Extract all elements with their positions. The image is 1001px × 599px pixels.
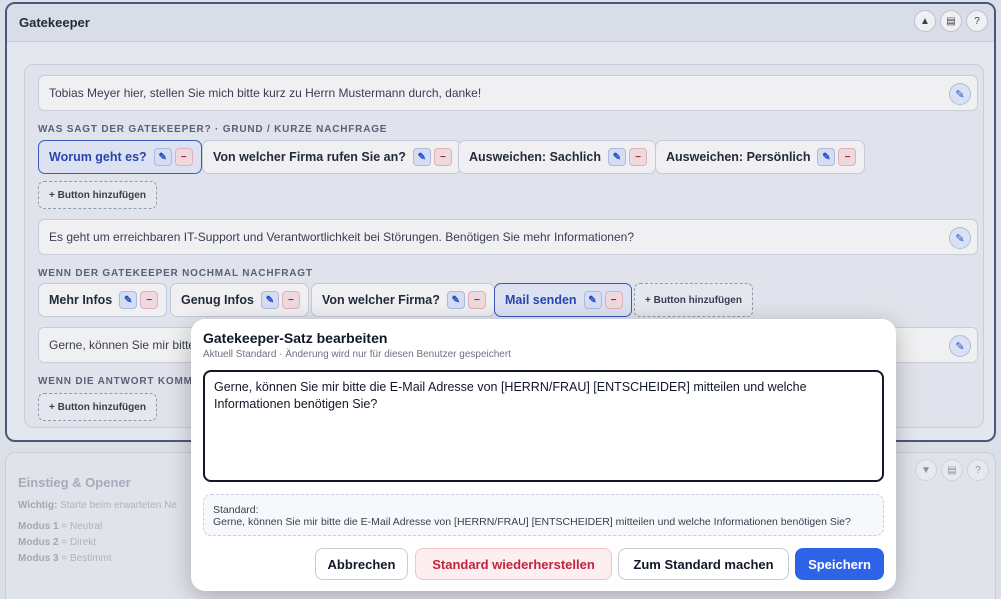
standard-preview: Standard: Gerne, können Sie mir bitte di… bbox=[203, 494, 884, 536]
modal-subtitle: Aktuell Standard · Änderung wird nur für… bbox=[203, 349, 511, 360]
sentence-textarea[interactable]: Gerne, können Sie mir bitte die E-Mail A… bbox=[203, 370, 884, 482]
make-default-button[interactable]: Zum Standard machen bbox=[618, 548, 789, 580]
edit-sentence-modal: Gatekeeper-Satz bearbeiten Aktuell Stand… bbox=[191, 319, 896, 591]
standard-label: Standard: bbox=[213, 504, 259, 516]
save-button[interactable]: Speichern bbox=[795, 548, 884, 580]
standard-text: Gerne, können Sie mir bitte die E-Mail A… bbox=[213, 516, 851, 528]
restore-default-button[interactable]: Standard wiederherstellen bbox=[415, 548, 612, 580]
cancel-button[interactable]: Abbrechen bbox=[315, 548, 408, 580]
modal-title: Gatekeeper-Satz bearbeiten bbox=[203, 330, 388, 346]
